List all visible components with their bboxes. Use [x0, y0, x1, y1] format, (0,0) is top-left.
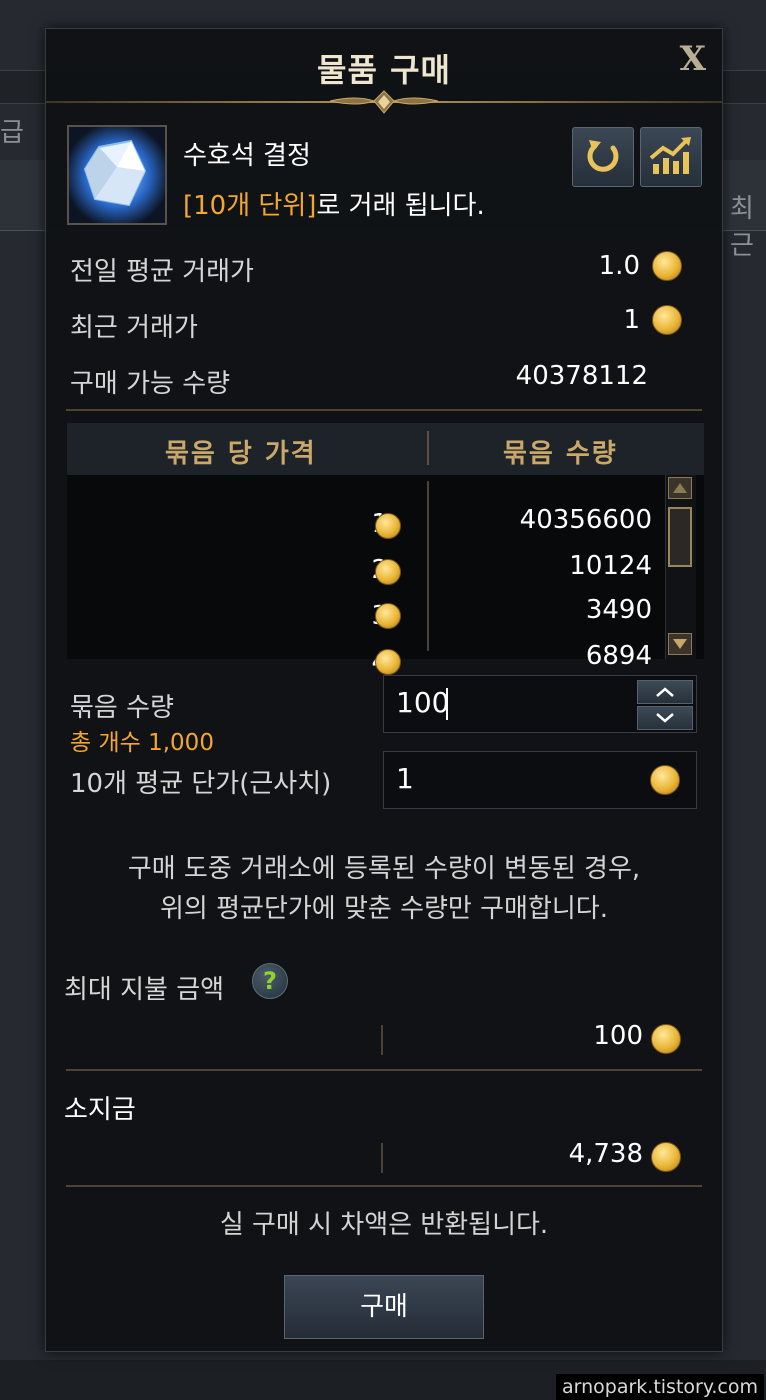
column-divider: [427, 431, 429, 465]
increase-button[interactable]: [637, 680, 693, 704]
trade-unit-rest: 로 거래 됩니다.: [316, 191, 485, 221]
bundle-qty-value: 100: [396, 686, 450, 719]
price-column-header: 묶음 당 가격: [165, 439, 317, 469]
dialog-title: 물품 구매: [317, 51, 451, 89]
gold-coin-icon: [651, 1024, 681, 1054]
gold-coin-icon: [651, 1142, 681, 1172]
gold-coin-icon: [375, 513, 401, 539]
avg-unit-price-input[interactable]: 1: [383, 751, 697, 809]
recent-price-value: 1: [623, 305, 640, 335]
section-divider: [66, 1069, 702, 1071]
gold-coin-icon: [652, 251, 682, 281]
watermark: arnopark.tistory.com: [555, 1374, 764, 1400]
gold-coin-icon: [375, 649, 401, 675]
section-divider: [66, 409, 702, 411]
ornament-icon: [330, 90, 438, 114]
table-row-qty: 6894: [585, 641, 652, 671]
bundle-qty-label: 묶음 수량: [70, 693, 174, 723]
table-row-qty: 40356600: [519, 505, 652, 535]
gold-coin-icon: [650, 765, 680, 795]
gold-coin-icon: [375, 603, 401, 629]
background-text: 최근: [730, 194, 754, 261]
avg-unit-price-label: 10개 평균 단가(근사치): [70, 769, 332, 799]
qty-column-header: 묶음 수량: [503, 439, 618, 469]
holdings-field: 4,738: [67, 1133, 699, 1185]
max-payment-field: 100: [67, 1015, 699, 1067]
triangle-up-icon: [673, 483, 687, 493]
table-scrollbar[interactable]: [665, 475, 696, 659]
scroll-down-button[interactable]: [668, 633, 692, 655]
gold-coin-icon: [652, 305, 682, 335]
chevron-down-icon: [656, 713, 674, 723]
table-row-qty: 10124: [569, 551, 652, 581]
max-payment-value: 100: [593, 1021, 643, 1051]
avg-unit-price-value: 1: [396, 762, 414, 795]
chevron-up-icon: [656, 687, 674, 697]
trade-unit-highlight: [10개 단위]: [183, 191, 317, 221]
help-icon[interactable]: ?: [252, 963, 288, 999]
price-chart-icon: [649, 137, 691, 174]
quantity-change-notice: 구매 도중 거래소에 등록된 수량이 변동된 경우, 위의 평균단가에 맞춘 수…: [46, 849, 722, 929]
prev-day-avg-value: 1.0: [598, 251, 640, 281]
notice-line: 위의 평균단가에 맞춘 수량만 구매합니다.: [160, 894, 608, 924]
refund-notice: 실 구매 시 차액은 반환됩니다.: [219, 1210, 549, 1240]
table-header: 묶음 당 가격 묶음 수량: [67, 423, 704, 475]
bundle-qty-input[interactable]: 100: [383, 675, 697, 733]
triangle-down-icon: [673, 639, 687, 649]
background-text: 급: [0, 118, 24, 148]
close-button[interactable]: X: [680, 39, 706, 79]
section-divider: [66, 1185, 702, 1187]
column-divider: [427, 481, 429, 651]
guardian-crystal-icon: [67, 125, 167, 225]
listing-table: 묶음 당 가격 묶음 수량 1 40356600 2 10124 3 3490 …: [67, 423, 704, 677]
prev-day-avg-label: 전일 평균 거래가: [70, 257, 254, 287]
scroll-thumb[interactable]: [668, 507, 692, 567]
recent-price-label: 최근 거래가: [70, 313, 198, 343]
buy-button[interactable]: 구매: [284, 1275, 484, 1339]
purchase-dialog: 물품 구매 X 수호석 결정 [10개 단위]로 거래 됩니다. 전일 평균 거…: [45, 28, 723, 1352]
notice-line: 구매 도중 거래소에 등록된 수량이 변동된 경우,: [127, 854, 641, 884]
text-cursor: [446, 688, 448, 720]
total-count-text: 총 개수 1,000: [70, 730, 214, 756]
available-qty-label: 구매 가능 수량: [70, 369, 231, 399]
field-divider: [381, 1143, 383, 1173]
refresh-icon: [587, 140, 619, 172]
gold-coin-icon: [375, 559, 401, 585]
scroll-up-button[interactable]: [668, 477, 692, 499]
holdings-label: 소지금: [64, 1095, 136, 1125]
max-payment-label: 최대 지불 금액: [64, 975, 225, 1005]
available-qty-value: 40378112: [515, 361, 648, 391]
refresh-button[interactable]: [572, 127, 634, 187]
holdings-value: 4,738: [568, 1139, 643, 1169]
table-row-qty: 3490: [585, 595, 652, 625]
decrease-button[interactable]: [637, 706, 693, 730]
price-chart-button[interactable]: [640, 127, 702, 187]
item-name: 수호석 결정: [183, 141, 311, 171]
field-divider: [381, 1025, 383, 1055]
trade-unit-text: [10개 단위]로 거래 됩니다.: [183, 185, 485, 222]
